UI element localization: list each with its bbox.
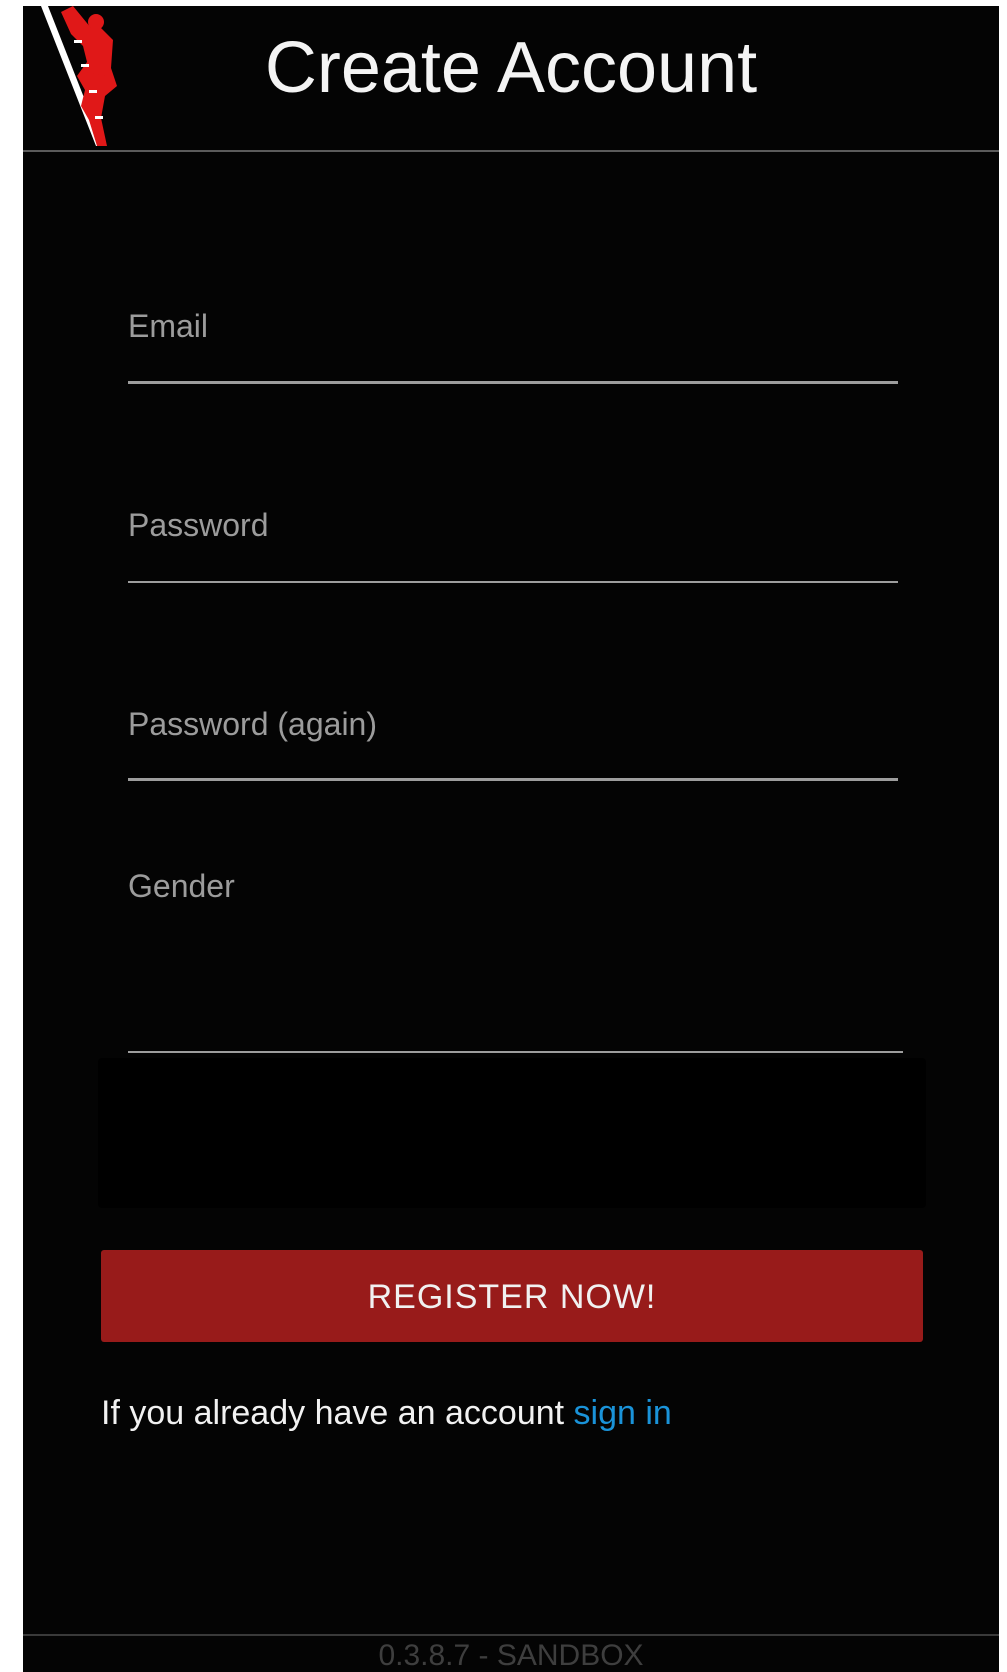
password-again-field[interactable]: Password (again) [128,704,898,784]
gender-label: Gender [128,868,235,904]
signin-prefix-text: If you already have an account [101,1394,574,1432]
password-field[interactable]: Password [128,505,898,585]
gender-field[interactable]: Gender [128,866,903,1066]
password-underline [128,581,898,583]
version-footer: 0.3.8.7 - SANDBOX [23,1634,999,1672]
app-screen: Create Account Email Password Password (… [23,6,999,1672]
sign-in-link[interactable]: sign in [574,1394,672,1432]
signin-prompt: If you already have an account sign in [101,1391,672,1435]
header-bar: Create Account [23,6,999,152]
register-now-button[interactable]: REGISTER NOW! [101,1250,923,1342]
email-field[interactable]: Email [128,306,898,386]
form-spacer-panel [98,1058,926,1208]
password-again-underline [128,778,898,781]
email-underline [128,381,898,384]
page-title: Create Account [264,28,758,108]
gender-underline [128,1051,903,1053]
